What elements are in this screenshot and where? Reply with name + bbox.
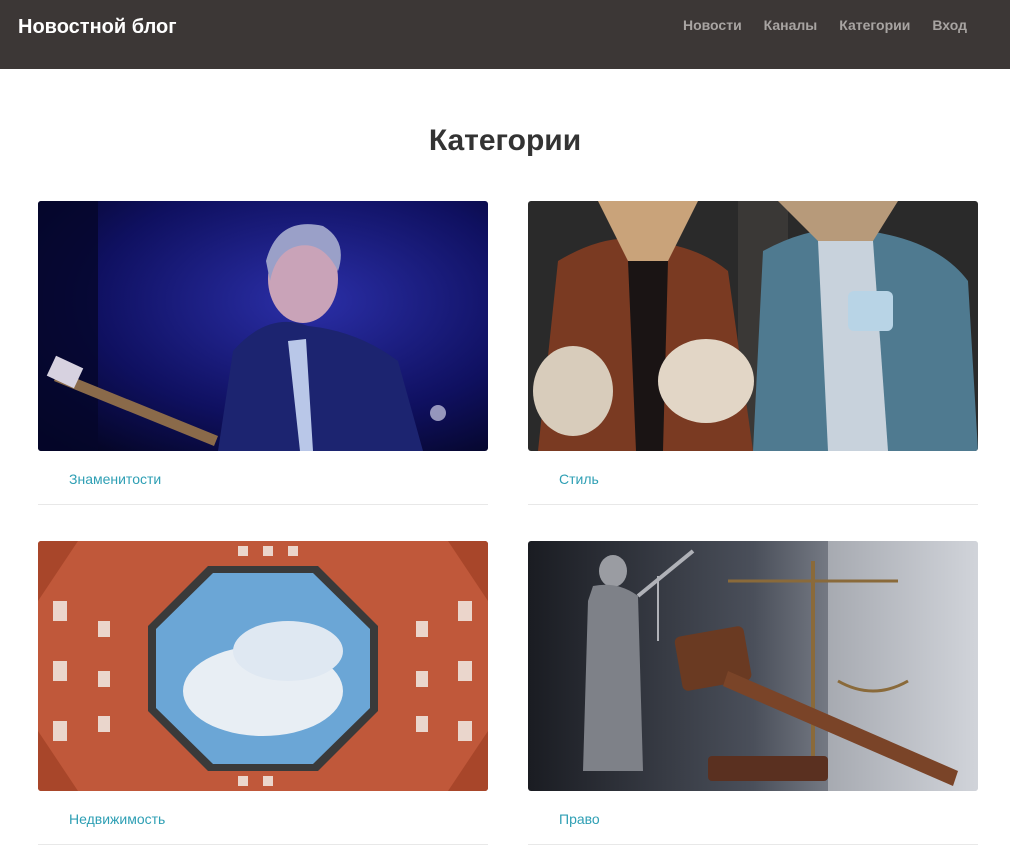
nav-link-channels[interactable]: Каналы <box>742 17 818 33</box>
category-card-real-estate: Недвижимость <box>38 541 488 845</box>
card-footer: Право <box>528 791 978 845</box>
nav-link-news[interactable]: Новости <box>661 17 742 33</box>
top-navbar: Новостной блог Новости Каналы Категории … <box>0 0 1010 69</box>
category-link-law[interactable]: Право <box>559 811 600 827</box>
page-title: Категории <box>428 124 582 157</box>
celebrity-guitarist-image[interactable] <box>38 201 488 451</box>
category-link-celebrities[interactable]: Знаменитости <box>69 471 161 487</box>
brand-logo-link[interactable]: Новостной блог <box>18 16 177 39</box>
category-card-style: Стиль <box>528 201 978 505</box>
courtyard-buildings-image[interactable] <box>38 541 488 791</box>
card-footer: Недвижимость <box>38 791 488 845</box>
category-card-celebrities: Знаменитости <box>38 201 488 505</box>
category-link-real-estate[interactable]: Недвижимость <box>69 811 165 827</box>
fashion-coats-image[interactable] <box>528 201 978 451</box>
nav-menu: Новости Каналы Категории Вход <box>661 17 967 33</box>
card-footer: Стиль <box>528 451 978 505</box>
nav-link-categories[interactable]: Категории <box>817 17 910 33</box>
category-link-style[interactable]: Стиль <box>559 471 599 487</box>
card-footer: Знаменитости <box>38 451 488 505</box>
nav-link-login[interactable]: Вход <box>910 17 967 33</box>
category-card-law: Право <box>528 541 978 845</box>
justice-statue-gavel-image[interactable] <box>528 541 978 791</box>
